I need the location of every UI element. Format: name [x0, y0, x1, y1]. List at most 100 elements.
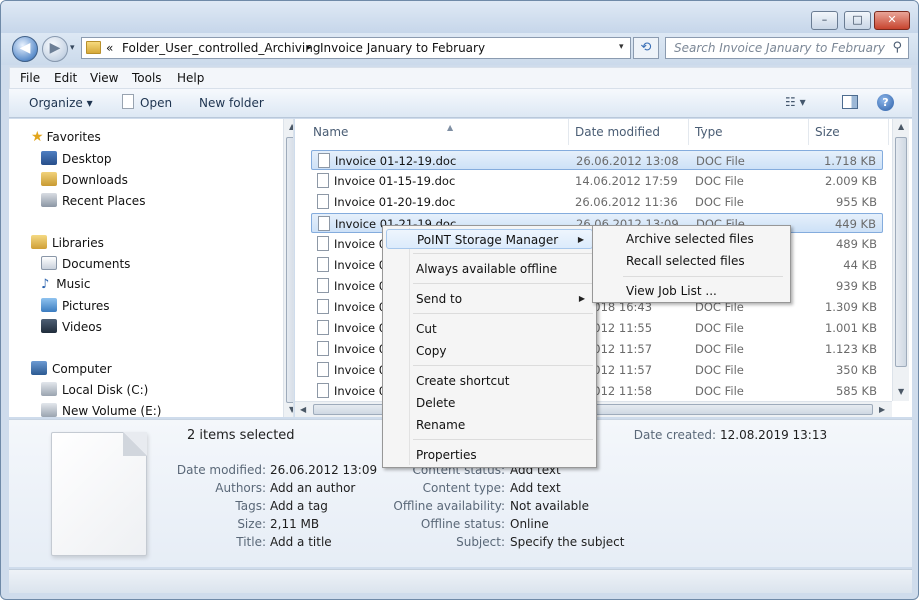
breadcrumb-separator-icon[interactable]: ▸ [307, 43, 312, 53]
ctx-rename[interactable]: Rename [386, 415, 593, 435]
file-size: 350 KB [835, 363, 877, 377]
file-name: Invoice 0 [334, 321, 387, 335]
ctx-cut[interactable]: Cut [386, 319, 593, 339]
file-row[interactable]: Invoice 01-15-19.doc 14.06.2012 17:59 DOC … [311, 171, 883, 191]
file-name: Invoice 0 [334, 279, 387, 293]
address-bar[interactable]: « Folder_User_controlled_Archiving ▸ Inv… [81, 37, 631, 59]
menu-file[interactable]: File [20, 71, 40, 85]
ctx-copy[interactable]: Copy [386, 341, 593, 361]
recent-places-icon [41, 193, 57, 207]
submenu-view-job-list[interactable]: View Job List ... [596, 281, 787, 301]
nav-recent-places[interactable]: Recent Places [41, 193, 145, 213]
nav-videos[interactable]: Videos [41, 319, 102, 339]
file-list-scroll-thumb[interactable] [895, 137, 907, 367]
menu-bar: File Edit View Tools Help [9, 67, 912, 89]
folder-icon [86, 41, 101, 54]
new-folder-button[interactable]: New folder [199, 96, 264, 110]
nav-favorites[interactable]: ★ Favorites [31, 129, 101, 149]
offline-status-value: Online [510, 517, 549, 531]
forward-button[interactable]: ▶ [42, 36, 68, 62]
search-icon[interactable]: ⚲ [892, 40, 902, 55]
point-storage-submenu: Archive selected files Recall selected f… [592, 225, 791, 303]
menu-edit[interactable]: Edit [54, 71, 77, 85]
close-button[interactable]: ✕ [874, 11, 910, 30]
recent-pages-dropdown-icon[interactable]: ▾ [70, 43, 75, 53]
file-name: Invoice 0 [334, 237, 387, 251]
file-row[interactable]: Invoice 01-12-19.doc 26.06.2012 13:08 DOC … [311, 150, 883, 170]
nav-new-volume[interactable]: New Volume (E:) [41, 403, 161, 417]
menu-help[interactable]: Help [177, 71, 204, 85]
ctx-always-available-offline[interactable]: Always available offline [386, 259, 593, 279]
file-size: 449 KB [834, 217, 876, 231]
nav-libraries[interactable]: Libraries [31, 235, 104, 255]
file-row[interactable]: Invoice 01-20-19.doc 26.06.2012 11:36 DOC … [311, 192, 883, 212]
back-button[interactable]: ◀ [12, 36, 38, 62]
organize-button[interactable]: Organize ▾ [29, 96, 93, 110]
submenu-archive-selected-files[interactable]: Archive selected files [596, 229, 787, 249]
authors-value[interactable]: Add an author [270, 481, 355, 495]
nav-desktop[interactable]: Desktop [41, 151, 112, 171]
scroll-up-icon[interactable]: ▲ [289, 122, 293, 131]
breadcrumb-overflow[interactable]: « [106, 41, 113, 55]
context-menu-separator [413, 439, 593, 440]
navigation-pane-scrollbar[interactable]: ▲ ▼ [283, 119, 293, 417]
column-header-date-modified[interactable]: Date modified [569, 119, 689, 145]
help-icon[interactable]: ? [877, 94, 894, 111]
scroll-right-icon[interactable]: ▶ [879, 405, 885, 414]
file-type: DOC File [695, 384, 744, 398]
breadcrumb-root[interactable]: Folder_User_controlled_Archiving [122, 41, 320, 55]
ctx-delete[interactable]: Delete [386, 393, 593, 413]
change-view-button[interactable]: ☷ ▾ [785, 95, 806, 109]
minimize-button[interactable]: – [811, 11, 838, 30]
doc-file-icon [317, 320, 329, 335]
nav-desktop-label: Desktop [62, 152, 112, 166]
scroll-down-icon[interactable]: ▼ [898, 387, 904, 396]
column-header-size[interactable]: Size [809, 119, 889, 145]
scroll-left-icon[interactable]: ◀ [300, 405, 306, 414]
tags-value[interactable]: Add a tag [270, 499, 328, 513]
column-header-name[interactable]: Name ▲ [307, 119, 569, 145]
nav-local-disk[interactable]: Local Disk (C:) [41, 382, 148, 402]
submenu-recall-selected-files[interactable]: Recall selected files [596, 251, 787, 271]
ctx-create-shortcut[interactable]: Create shortcut [386, 371, 593, 391]
file-name: Invoice 0 [334, 363, 387, 377]
maximize-button[interactable]: □ [844, 11, 871, 30]
navigation-scroll-thumb[interactable] [286, 137, 293, 403]
title-value[interactable]: Add a title [270, 535, 332, 549]
nav-computer[interactable]: Computer [31, 361, 112, 381]
ctx-point-storage-manager[interactable]: PoINT Storage Manager ▶ [386, 229, 593, 249]
refresh-button[interactable]: ⟲ [633, 37, 659, 59]
scroll-up-icon[interactable]: ▲ [898, 122, 904, 131]
nav-pictures-label: Pictures [62, 299, 110, 313]
date-created-value: 12.08.2019 13:13 [720, 428, 828, 442]
address-dropdown-icon[interactable]: ▾ [619, 42, 624, 52]
subject-value[interactable]: Specify the subject [510, 535, 624, 549]
open-button[interactable]: Open [140, 96, 172, 110]
preview-pane-icon[interactable] [842, 95, 858, 109]
nav-documents[interactable]: Documents [41, 256, 130, 276]
doc-file-icon [317, 236, 329, 251]
authors-label: Authors: [215, 481, 266, 495]
ctx-properties[interactable]: Properties [386, 445, 593, 465]
menu-tools[interactable]: Tools [132, 71, 162, 85]
column-header-type[interactable]: Type [689, 119, 809, 145]
doc-file-icon [317, 299, 329, 314]
breadcrumb-current[interactable]: Invoice January to February [320, 41, 485, 55]
star-icon: ★ [31, 129, 44, 145]
file-list-vertical-scrollbar[interactable]: ▲ ▼ [892, 119, 909, 401]
search-input[interactable]: Search Invoice January to February ⚲ [665, 37, 909, 59]
file-type: DOC File [695, 342, 744, 356]
desktop-icon [41, 151, 57, 165]
downloads-icon [41, 172, 57, 186]
file-date-modified: 26.06.2012 11:36 [575, 195, 678, 209]
file-name: Invoice 01-15-19.doc [334, 174, 456, 188]
menu-view[interactable]: View [90, 71, 118, 85]
ctx-send-to[interactable]: Send to ▶ [386, 289, 593, 309]
nav-pictures[interactable]: Pictures [41, 298, 110, 318]
file-size: 939 KB [835, 279, 877, 293]
nav-downloads[interactable]: Downloads [41, 172, 128, 192]
content-type-value[interactable]: Add text [510, 481, 561, 495]
command-bar: Organize ▾ Open New folder ☷ ▾ ? [9, 89, 912, 118]
scroll-down-icon[interactable]: ▼ [289, 405, 293, 414]
nav-music[interactable]: ♪ Music [41, 277, 90, 297]
